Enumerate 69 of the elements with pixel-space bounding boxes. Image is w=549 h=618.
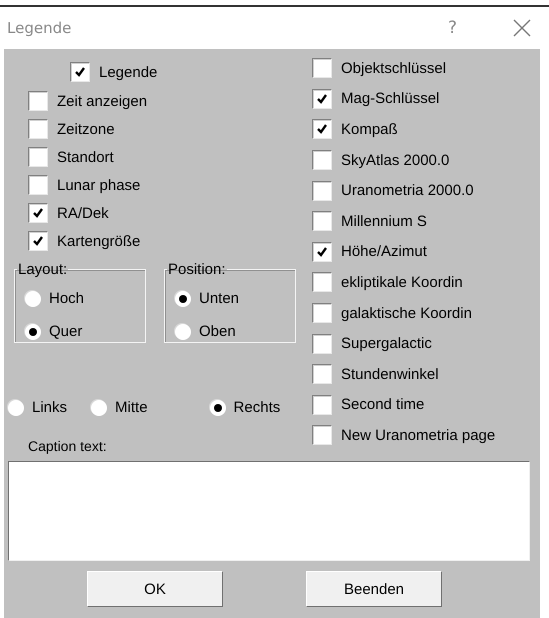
checkbox[interactable]: [70, 62, 90, 82]
checkmark-icon: [316, 246, 328, 258]
radio-button[interactable]: [175, 290, 191, 306]
checkbox[interactable]: [312, 180, 332, 201]
checkbox[interactable]: [312, 272, 332, 292]
checkbox[interactable]: [312, 119, 332, 140]
checkbox-label: Second time: [341, 396, 424, 414]
caption-field[interactable]: [8, 461, 530, 561]
radio-label: Mitte: [115, 399, 148, 416]
checkbox[interactable]: [312, 425, 332, 446]
checkbox[interactable]: [28, 147, 48, 167]
close-icon[interactable]: [513, 19, 531, 37]
dialog-button[interactable]: Beenden: [306, 571, 442, 607]
checkbox[interactable]: [28, 91, 48, 111]
checkbox-label: Legende: [99, 64, 158, 80]
dialog-button[interactable]: OK: [87, 571, 223, 607]
checkbox-label: Supergalactic: [341, 335, 432, 352]
checkbox[interactable]: [312, 394, 332, 415]
checkbox-label: RA/Dek: [57, 204, 109, 222]
checkbox-label: Zeitzone: [57, 120, 115, 138]
radio-button[interactable]: [25, 324, 41, 340]
checkmark-icon: [316, 92, 328, 105]
radio-label: Links: [32, 399, 68, 416]
checkbox-label: Höhe/Azimut: [341, 243, 427, 260]
checkbox-label: Kartengröße: [57, 232, 140, 250]
checkbox[interactable]: [312, 88, 332, 109]
checkbox-label: New Uranometria page: [341, 426, 496, 444]
radio-button[interactable]: [175, 324, 191, 340]
checkbox-label: SkyAtlas 2000.0: [341, 152, 450, 169]
checkbox[interactable]: [312, 150, 332, 170]
checkbox[interactable]: [312, 58, 332, 78]
checkbox[interactable]: [28, 119, 48, 139]
window-title: Legende: [7, 19, 72, 37]
radio-button[interactable]: [91, 400, 108, 416]
checkbox-label: Zeit anzeigen: [57, 92, 148, 110]
checkbox-label: Millennium S: [341, 212, 427, 230]
radio-button[interactable]: [8, 400, 24, 416]
checkbox[interactable]: [28, 231, 48, 251]
radio-button[interactable]: [210, 400, 226, 416]
checkmark-icon: [74, 66, 86, 78]
checkbox-label: Standort: [57, 148, 114, 166]
checkbox-label: Uranometria 2000.0: [341, 182, 474, 200]
checkmark-icon: [316, 123, 328, 136]
checkbox-label: Kompaß: [341, 120, 398, 138]
checkbox-label: Mag-Schlüssel: [341, 90, 440, 108]
checkbox[interactable]: [312, 242, 332, 262]
group-title: Layout:: [17, 261, 68, 278]
checkbox[interactable]: [312, 334, 332, 354]
checkbox-label: Objektschlüssel: [341, 60, 446, 77]
checkbox[interactable]: [312, 364, 332, 384]
checkbox[interactable]: [28, 203, 48, 223]
checkbox[interactable]: [312, 303, 332, 324]
caption-label: Caption text:: [28, 438, 108, 454]
radio-label: Hoch: [49, 290, 84, 307]
radio-label: Unten: [199, 290, 240, 307]
checkbox[interactable]: [312, 211, 332, 232]
checkmark-icon: [32, 235, 44, 247]
radio-label: Quer: [49, 323, 82, 340]
radio-button[interactable]: [25, 290, 41, 306]
help-button[interactable]: ?: [448, 18, 457, 38]
checkmark-icon: [32, 207, 44, 219]
checkbox-label: Lunar phase: [57, 176, 140, 194]
checkbox-label: galaktische Koordin: [341, 304, 472, 322]
checkbox-label: Stundenwinkel: [341, 366, 439, 383]
radio-label: Oben: [199, 323, 236, 340]
radio-label: Rechts: [234, 399, 280, 416]
checkbox-label: ekliptikale Koordin: [341, 274, 463, 291]
checkbox[interactable]: [28, 175, 48, 195]
group-title: Position:: [167, 261, 227, 278]
